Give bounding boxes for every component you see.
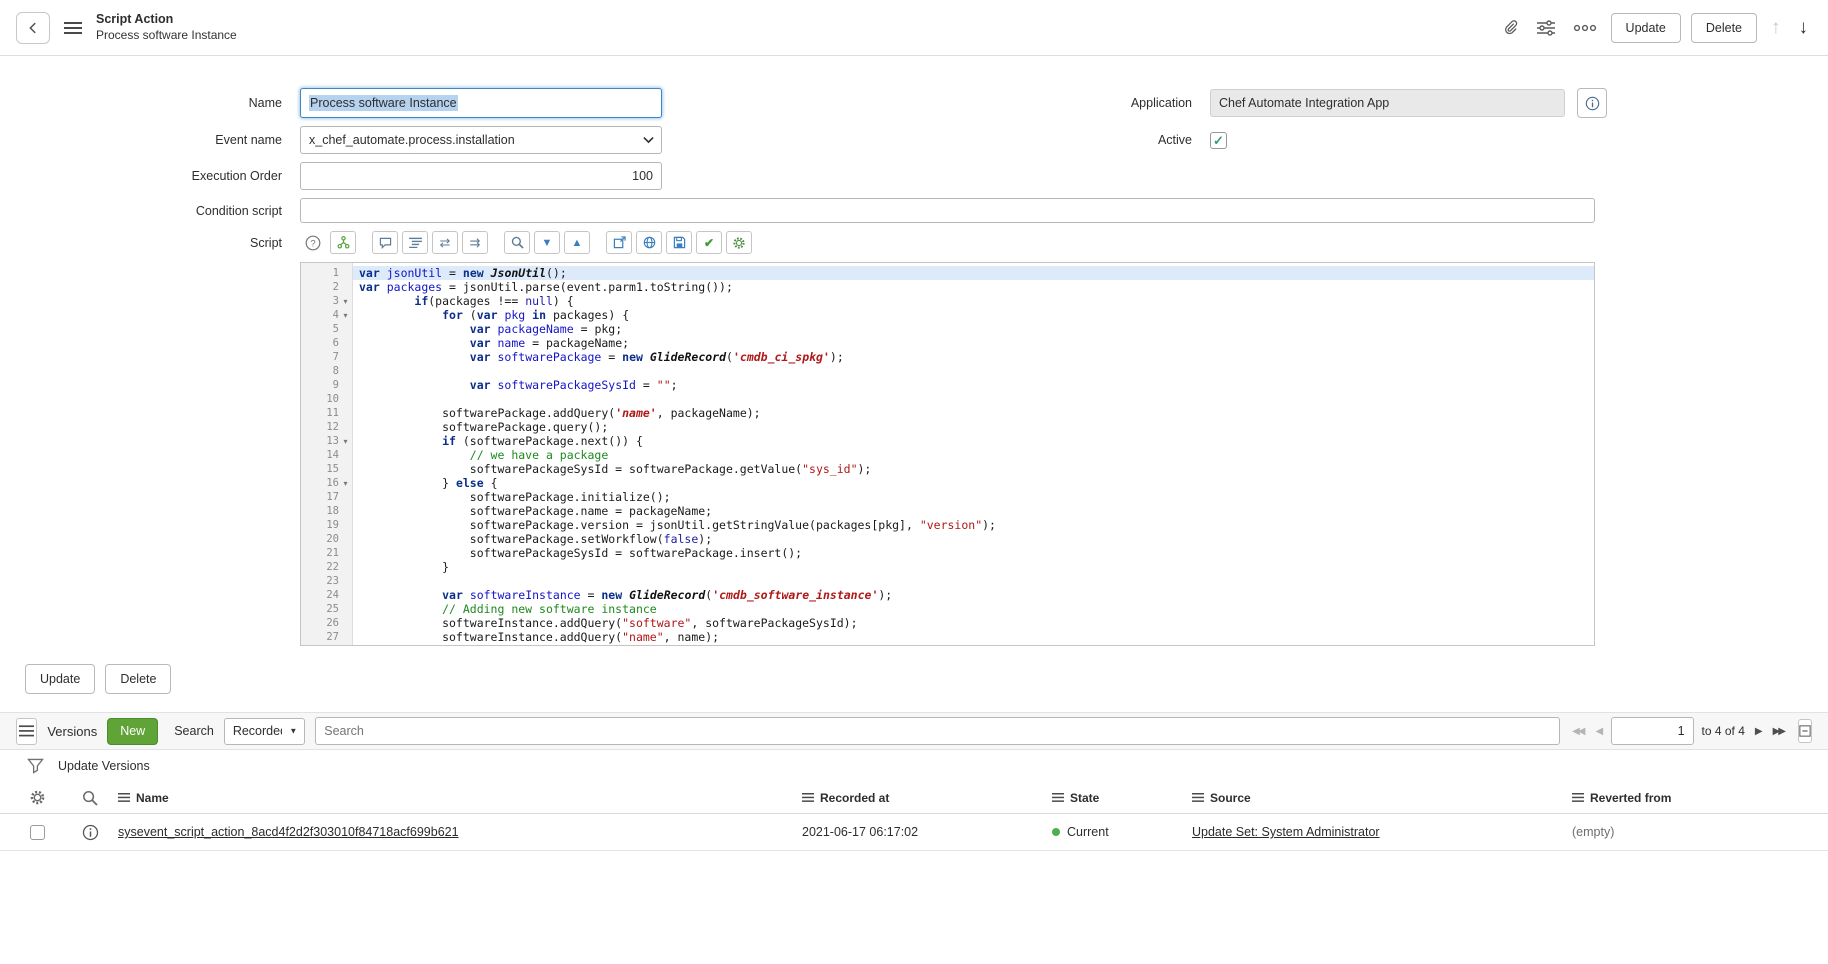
update-button-footer[interactable]: Update	[25, 664, 95, 694]
find-previous-icon[interactable]: ▲	[564, 231, 590, 254]
application-info-button[interactable]	[1577, 88, 1607, 118]
list-search-input[interactable]	[315, 717, 1560, 745]
script-code-editor[interactable]: 123▾4▾5678910111213▾141516▾1718192021222…	[300, 262, 1595, 646]
code-tree-icon[interactable]	[330, 231, 356, 254]
column-menu-icon	[802, 793, 814, 802]
find-next-icon[interactable]: ▼	[534, 231, 560, 254]
name-label: Name	[0, 96, 300, 110]
column-menu-icon	[1192, 793, 1204, 802]
versions-table-header: Name Recorded at State Source Reverted f…	[0, 782, 1828, 814]
previous-page-icon[interactable]: ◀	[1594, 724, 1604, 739]
editor-code[interactable]: var jsonUtil = new JsonUtil();var packag…	[353, 263, 1594, 645]
replace-icon[interactable]: ⇄	[432, 231, 458, 254]
attachment-icon[interactable]	[1499, 16, 1523, 40]
event-name-select[interactable]: x_chef_automate.process.installation	[300, 126, 662, 154]
name-input[interactable]: Process software Instance	[300, 88, 662, 118]
row-info-icon[interactable]	[82, 824, 99, 841]
column-menu-icon	[1052, 793, 1064, 802]
list-menu-icon[interactable]	[16, 718, 37, 745]
svg-text:?: ?	[310, 238, 315, 249]
condition-script-input[interactable]	[300, 198, 1595, 223]
version-source-link[interactable]: Update Set: System Administrator	[1192, 825, 1380, 839]
delete-button[interactable]: Delete	[1691, 13, 1757, 43]
list-gear-icon[interactable]	[29, 789, 46, 806]
column-menu-icon	[118, 793, 130, 802]
chevron-left-icon	[26, 21, 40, 35]
condition-script-label: Condition script	[0, 204, 300, 218]
paging-range-text: to 4 of 4	[1702, 724, 1745, 738]
state-dot-icon	[1052, 828, 1060, 836]
script-editor-toolbar: ? ⇄ ⇉ ▼ ▲	[300, 231, 752, 254]
script-action-form: Name Process software Instance Applicati…	[0, 56, 1828, 694]
list-breadcrumb[interactable]: Update Versions	[58, 759, 150, 773]
row-checkbox[interactable]	[30, 825, 45, 840]
column-header-name[interactable]: Name	[118, 791, 802, 805]
back-button[interactable]	[16, 12, 50, 44]
more-options-icon[interactable]	[1569, 19, 1601, 37]
replace-all-icon[interactable]: ⇉	[462, 231, 488, 254]
version-recorded-at: 2021-06-17 06:17:02	[802, 825, 1052, 839]
column-menu-icon	[1572, 793, 1584, 802]
web-icon[interactable]	[636, 231, 662, 254]
script-label: Script	[0, 236, 300, 250]
editor-gutter: 123▾4▾5678910111213▾141516▾1718192021222…	[301, 263, 353, 645]
page-title: Script Action	[96, 12, 237, 28]
event-name-select-control[interactable]: x_chef_automate.process.installation	[300, 126, 662, 154]
version-state: Current	[1052, 825, 1192, 839]
version-table-row: sysevent_script_action_8acd4f2d2f303010f…	[0, 814, 1828, 851]
update-button[interactable]: Update	[1611, 13, 1681, 43]
versions-related-list: Versions New Search Recorded at ▼ ◀◀ ◀ t…	[0, 712, 1828, 851]
record-title: Process software Instance	[96, 28, 237, 43]
search-column-select[interactable]: Recorded at ▼	[224, 718, 305, 745]
context-menu-icon[interactable]	[60, 17, 86, 39]
execution-order-input[interactable]	[300, 162, 662, 190]
next-record-icon[interactable]: ↓	[1795, 17, 1813, 39]
new-button[interactable]: New	[107, 718, 158, 745]
info-icon	[1585, 96, 1600, 111]
column-header-reverted-from[interactable]: Reverted from	[1572, 791, 1828, 805]
next-page-icon[interactable]: ▶	[1753, 724, 1763, 739]
active-label: Active	[662, 133, 1210, 147]
related-list-title: Versions	[47, 724, 97, 739]
filter-icon[interactable]	[12, 758, 58, 774]
event-name-label: Event name	[0, 133, 300, 147]
help-icon[interactable]: ?	[300, 231, 326, 254]
current-page-input[interactable]	[1611, 717, 1693, 745]
comment-icon[interactable]	[372, 231, 398, 254]
delete-button-footer[interactable]: Delete	[105, 664, 171, 694]
column-header-recorded-at[interactable]: Recorded at	[802, 791, 1052, 805]
active-checkbox[interactable]	[1210, 132, 1227, 149]
list-search-icon[interactable]	[82, 790, 98, 806]
column-header-state[interactable]: State	[1052, 791, 1192, 805]
application-input[interactable]	[1210, 89, 1565, 117]
form-header: Script Action Process software Instance …	[0, 0, 1828, 56]
syntax-check-icon[interactable]: ✔	[696, 231, 722, 254]
execution-order-label: Execution Order	[0, 169, 300, 183]
previous-record-icon[interactable]: ↑	[1767, 17, 1785, 39]
format-code-icon[interactable]	[402, 231, 428, 254]
search-label: Search	[174, 724, 214, 738]
first-page-icon[interactable]: ◀◀	[1570, 724, 1585, 739]
save-icon[interactable]	[666, 231, 692, 254]
editor-settings-icon[interactable]	[726, 231, 752, 254]
search-column-select-control[interactable]: Recorded at	[224, 718, 305, 745]
column-header-source[interactable]: Source	[1192, 791, 1572, 805]
version-reverted-from: (empty)	[1572, 825, 1828, 839]
collapse-list-icon[interactable]	[1798, 719, 1812, 743]
last-page-icon[interactable]: ▶▶	[1771, 724, 1786, 739]
application-label: Application	[662, 96, 1210, 110]
popout-icon[interactable]	[606, 231, 632, 254]
search-icon[interactable]	[504, 231, 530, 254]
name-input-selected-text: Process software Instance	[309, 95, 458, 111]
version-name-link[interactable]: sysevent_script_action_8acd4f2d2f303010f…	[118, 825, 459, 839]
personalize-form-icon[interactable]	[1533, 16, 1559, 40]
